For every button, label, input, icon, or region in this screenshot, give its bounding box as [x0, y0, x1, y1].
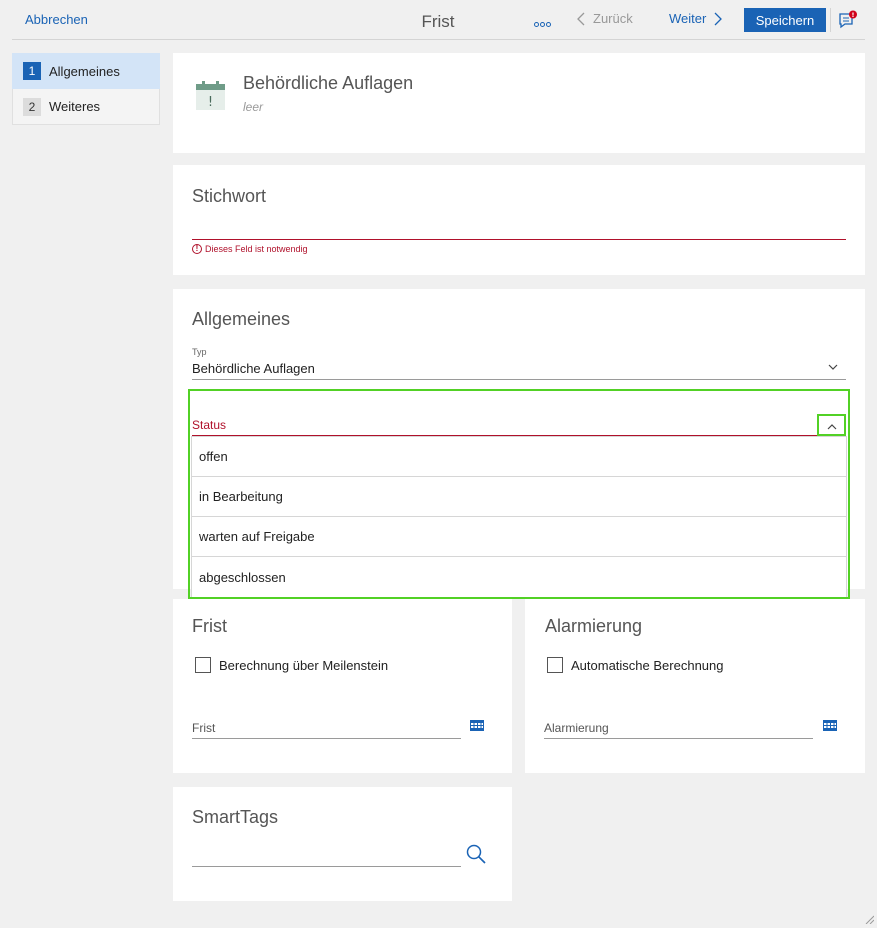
chevron-left-icon: [577, 12, 585, 25]
next-button[interactable]: Weiter: [669, 11, 723, 26]
frist-input[interactable]: Frist: [192, 721, 215, 735]
step-number: 2: [23, 97, 41, 116]
chevron-down-icon[interactable]: [828, 363, 838, 371]
more-dots-icon[interactable]: [534, 14, 552, 32]
error-message: Dieses Feld ist notwendig: [205, 244, 308, 254]
status-option-offen[interactable]: offen: [192, 437, 846, 477]
status-option-warten-auf-freigabe[interactable]: warten auf Freigabe: [192, 517, 846, 557]
sidebar-item-label: Weiteres: [49, 99, 101, 114]
sidebar-item-allgemeines[interactable]: 1 Allgemeines: [12, 53, 160, 89]
auto-berechnung-checkbox-label: Automatische Berechnung: [571, 658, 724, 673]
stichwort-title: Stichwort: [192, 186, 267, 206]
status-dropdown: offen in Bearbeitung warten auf Freigabe…: [191, 436, 847, 598]
typ-underline: [192, 379, 846, 380]
status-label[interactable]: Status: [192, 418, 226, 432]
chevron-right-icon: [714, 12, 723, 25]
object-subtitle: leer: [243, 100, 264, 114]
sidebar-item-label: Allgemeines: [49, 63, 120, 79]
typ-value: Behördliche Auflagen: [192, 361, 315, 376]
chevron-up-icon: [827, 423, 837, 429]
object-title: Behördliche Auflagen: [243, 73, 414, 93]
svg-text:!: !: [852, 11, 855, 19]
chat-alert-icon[interactable]: !: [838, 10, 858, 30]
header-bar: Abbrechen Frist Zurück Weiter Speichern …: [0, 0, 877, 40]
divider: [830, 8, 831, 32]
resize-grip-icon[interactable]: [864, 914, 874, 924]
calendar-icon[interactable]: [470, 720, 484, 731]
next-label: Weiter: [669, 11, 707, 26]
stichwort-underline: [192, 239, 846, 240]
page-title: Frist: [421, 12, 455, 31]
back-button[interactable]: Zurück: [577, 11, 633, 26]
sidebar-item-weiteres[interactable]: 2 Weiteres: [12, 89, 160, 125]
search-icon[interactable]: [466, 844, 486, 864]
alarmierung-underline: [544, 738, 813, 739]
auto-berechnung-checkbox[interactable]: [547, 657, 563, 673]
stichwort-error: ! Dieses Feld ist notwendig: [192, 244, 308, 254]
cancel-button[interactable]: Abbrechen: [25, 12, 88, 27]
meilenstein-checkbox-label: Berechnung über Meilenstein: [219, 658, 389, 673]
alarmierung-title: Alarmierung: [545, 616, 643, 636]
smarttags-title: SmartTags: [192, 807, 279, 827]
back-label: Zurück: [593, 11, 633, 26]
error-icon: !: [192, 244, 202, 254]
frist-underline: [192, 738, 461, 739]
save-button[interactable]: Speichern: [744, 8, 826, 32]
status-option-in-bearbeitung[interactable]: in Bearbeitung: [192, 477, 846, 517]
step-number: 1: [23, 62, 41, 80]
alarmierung-input[interactable]: Alarmierung: [544, 721, 609, 735]
status-collapse-button[interactable]: [819, 416, 845, 436]
calendar-icon[interactable]: [823, 720, 837, 731]
stichwort-input[interactable]: [192, 215, 846, 239]
meilenstein-checkbox[interactable]: [195, 657, 211, 673]
svg-text:!: !: [208, 95, 213, 110]
smarttags-input[interactable]: [192, 844, 461, 866]
sidebar: 1 Allgemeines 2 Weiteres: [12, 53, 160, 125]
calendar-alert-icon: !: [196, 81, 225, 110]
frist-title: Frist: [192, 616, 227, 636]
typ-label: Typ: [192, 347, 207, 357]
object-header-card: [173, 53, 865, 153]
allgemeines-title: Allgemeines: [192, 309, 291, 329]
status-option-abgeschlossen[interactable]: abgeschlossen: [192, 557, 846, 597]
typ-select[interactable]: Behördliche Auflagen: [192, 358, 846, 380]
header-divider: [12, 39, 865, 40]
smarttags-underline: [192, 866, 461, 867]
